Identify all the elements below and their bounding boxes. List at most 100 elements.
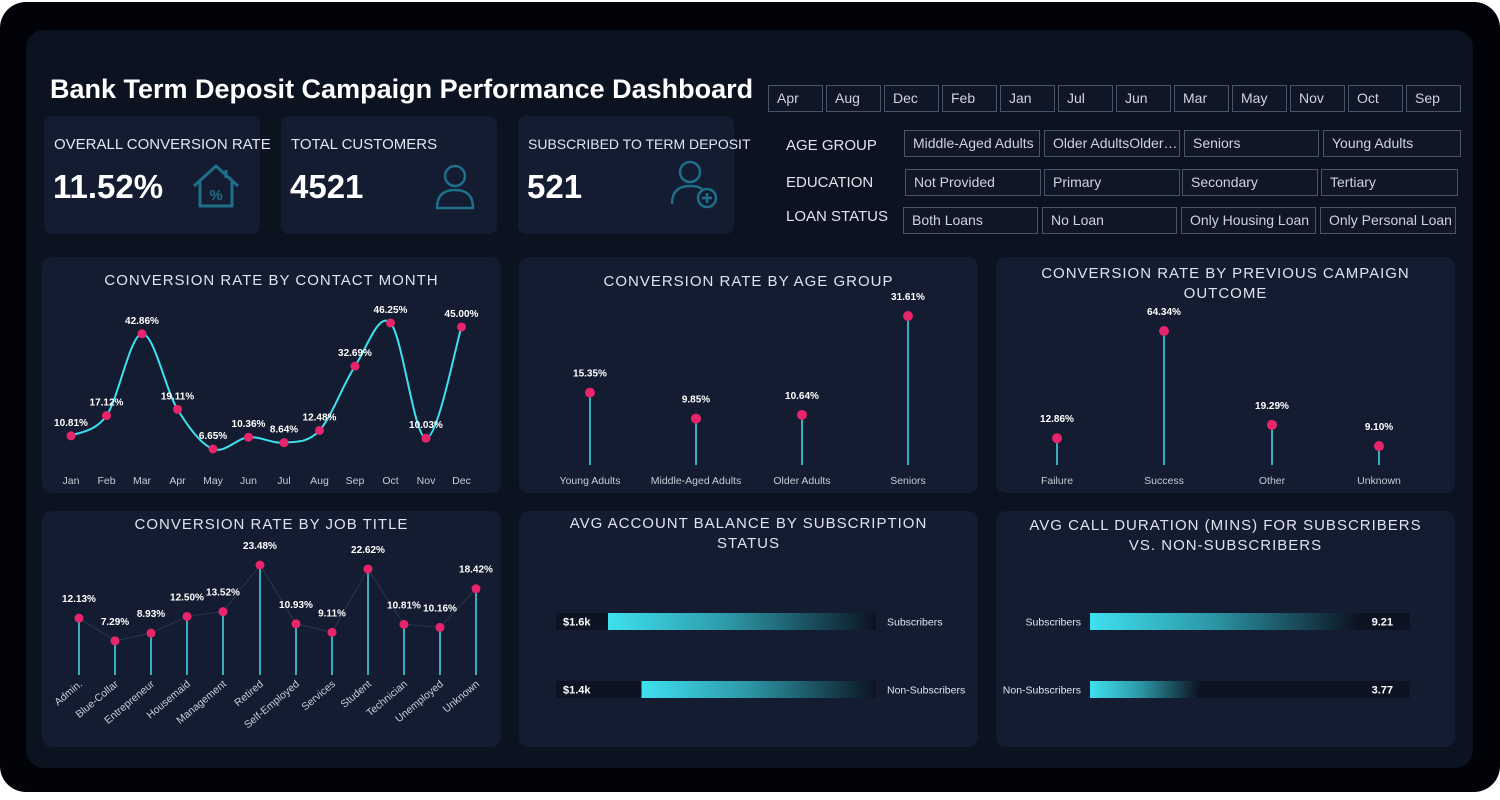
x-tick-label: Nov	[417, 475, 436, 487]
x-tick-label: Jul	[277, 475, 290, 487]
age-group-option[interactable]: Older AdultsOlder Adults	[1044, 130, 1180, 157]
data-point	[182, 611, 192, 621]
x-tick-label: Apr	[169, 475, 186, 487]
data-point	[244, 432, 253, 442]
data-point	[327, 627, 337, 637]
data-point	[173, 404, 182, 414]
card-call-duration: AVG CALL DURATION (MINS) FOR SUBSCRIBERS…	[996, 511, 1455, 747]
month-slicer-item-feb[interactable]: Feb	[942, 85, 997, 112]
kpi-value: 4521	[290, 168, 364, 205]
data-point	[585, 387, 595, 398]
data-point	[279, 438, 289, 448]
data-point	[315, 425, 324, 435]
card-conversion-by-outcome: CONVERSION RATE BY PREVIOUS CAMPAIGN OUT…	[996, 257, 1455, 493]
month-slicer-item-aug[interactable]: Aug	[826, 85, 881, 112]
loan-status-option[interactable]: No Loan	[1042, 207, 1177, 234]
loan-status-option[interactable]: Only Personal Loan	[1320, 207, 1456, 234]
education-option[interactable]: Not Provided	[905, 169, 1041, 196]
month-slicer-item-mar[interactable]: Mar	[1174, 85, 1229, 112]
data-label: 10.03%	[409, 420, 443, 431]
education-option[interactable]: Primary	[1044, 169, 1180, 196]
data-point	[102, 411, 111, 421]
data-label: 64.34%	[1147, 307, 1181, 318]
x-tick-label: Admin.	[52, 678, 85, 708]
data-point	[66, 431, 76, 441]
month-slicer-item-apr[interactable]: Apr	[768, 85, 823, 112]
data-point	[291, 619, 301, 629]
series-line	[70, 319, 463, 451]
kpi-card-total-customers: TOTAL CUSTOMERS 4521	[281, 116, 497, 234]
house-percent-icon: %	[192, 164, 240, 208]
age-group-option[interactable]: Young Adults	[1323, 130, 1461, 157]
data-point	[386, 318, 395, 328]
data-label: 19.29%	[1255, 401, 1289, 412]
month-slicer-item-jun[interactable]: Jun	[1116, 85, 1171, 112]
data-label: 12.86%	[1040, 414, 1074, 425]
month-slicer-item-oct[interactable]: Oct	[1348, 85, 1403, 112]
data-point	[435, 622, 445, 632]
data-label: 10.93%	[279, 600, 313, 611]
data-label: 10.36%	[232, 419, 266, 430]
x-tick-label: Unknown	[1357, 475, 1401, 487]
x-tick-label: Dec	[452, 475, 471, 487]
data-point	[350, 361, 360, 371]
bar	[641, 681, 876, 698]
data-label: 9.10%	[1365, 422, 1393, 433]
data-label: $1.6k	[563, 617, 591, 629]
data-label: 18.42%	[459, 565, 493, 576]
x-tick-label: Feb	[97, 475, 115, 487]
month-slicer-item-sep[interactable]: Sep	[1406, 85, 1461, 112]
education-filter-label: EDUCATION	[786, 174, 874, 191]
x-tick-label: Young Adults	[560, 475, 621, 487]
age-lollipop-chart: 15.35% Young Adults 9.85% Middle-Aged Adult…	[560, 292, 926, 487]
kpi-label: TOTAL CUSTOMERS	[291, 136, 438, 153]
data-label: 10.81%	[54, 418, 88, 429]
job-lollipop-chart: 12.13%Admin.7.29%Blue-Collar8.93%Entrepr…	[52, 541, 493, 731]
data-label: 9.85%	[682, 395, 710, 406]
category-label: Subscribers	[887, 617, 942, 629]
data-point	[110, 636, 120, 646]
month-slicer-item-jan[interactable]: Jan	[1000, 85, 1055, 112]
data-label: 9.21	[1372, 617, 1393, 629]
bar	[1090, 613, 1358, 630]
x-tick-label: Oct	[382, 475, 398, 487]
loan-status-filter-label: LOAN STATUS	[786, 208, 888, 225]
month-slicer-item-dec[interactable]: Dec	[884, 85, 939, 112]
x-tick-label: Other	[1259, 475, 1286, 487]
x-tick-label: Unknown	[441, 678, 482, 715]
x-tick-label: Aug	[310, 475, 329, 487]
data-point	[255, 560, 265, 570]
data-point	[471, 584, 481, 594]
month-slicer-item-nov[interactable]: Nov	[1290, 85, 1345, 112]
x-tick-label: Seniors	[890, 475, 926, 487]
education-option[interactable]: Secondary	[1182, 169, 1318, 196]
data-point	[146, 628, 156, 638]
data-label: 8.93%	[137, 609, 165, 620]
age-group-option[interactable]: Seniors	[1184, 130, 1319, 157]
month-slicer-item-may[interactable]: May	[1232, 85, 1287, 112]
user-icon	[435, 164, 475, 210]
education-option[interactable]: Tertiary	[1321, 169, 1458, 196]
data-point	[797, 409, 807, 420]
month-slicer-item-jul[interactable]: Jul	[1058, 85, 1113, 112]
x-tick-label: Mar	[133, 475, 152, 487]
balance-bar-chart: $1.6k Subscribers $1.4k Non-Subscribers	[556, 613, 965, 698]
data-point	[218, 607, 228, 617]
duration-bar-chart: 9.21 Subscribers 3.77 Non-Subscribers	[1003, 613, 1410, 698]
data-point	[457, 322, 466, 332]
age-group-option[interactable]: Middle-Aged Adults	[904, 130, 1040, 157]
x-tick-label: Success	[1144, 475, 1184, 487]
x-tick-label: May	[203, 475, 224, 487]
x-tick-label: Failure	[1041, 475, 1073, 487]
data-point	[208, 444, 218, 454]
bar	[1090, 681, 1200, 698]
data-label: 10.16%	[423, 603, 457, 614]
data-label: 22.62%	[351, 545, 385, 556]
data-label: 45.00%	[445, 309, 479, 320]
loan-status-option[interactable]: Both Loans	[903, 207, 1038, 234]
x-tick-label: Services	[299, 678, 338, 713]
data-label: 31.61%	[891, 292, 925, 303]
loan-status-option[interactable]: Only Housing Loan	[1181, 207, 1316, 234]
kpi-value: 521	[527, 168, 583, 205]
bar	[608, 613, 876, 630]
